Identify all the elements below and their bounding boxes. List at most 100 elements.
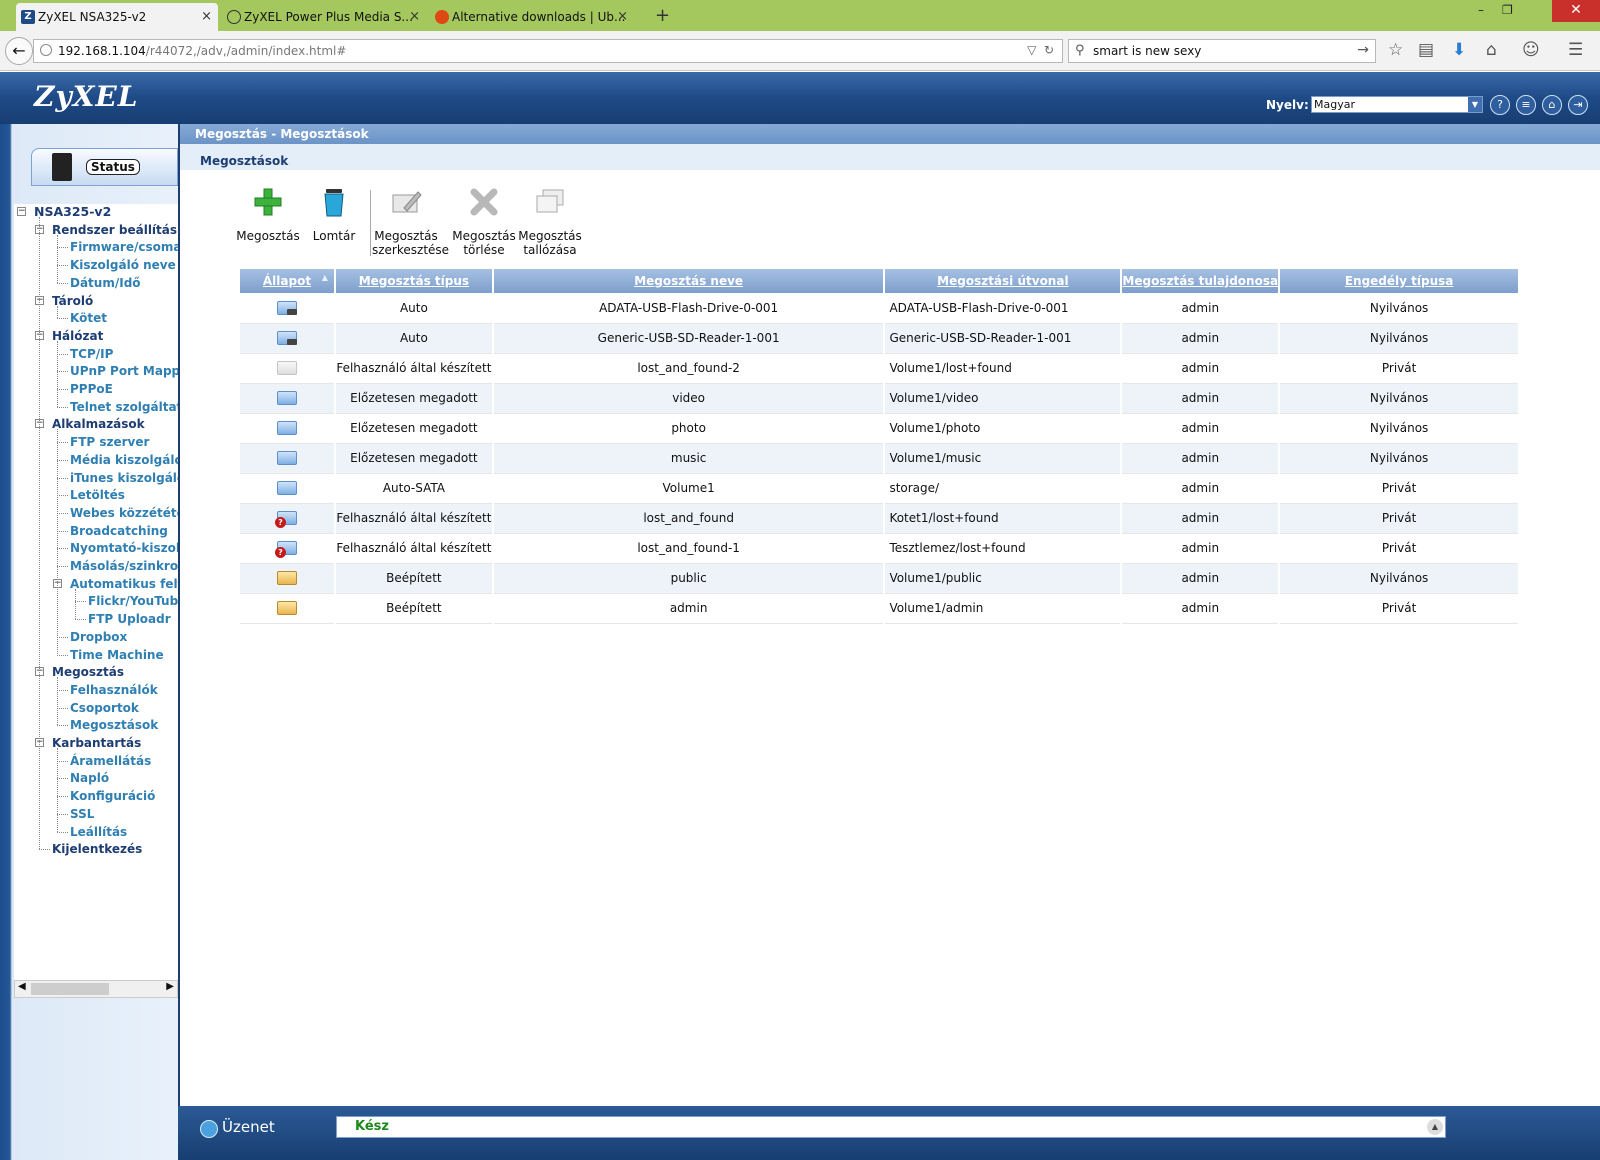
tree-item[interactable]: Csoportok <box>70 699 139 717</box>
table-row[interactable]: Auto-SATA Volume1 storage/admin Privát <box>240 473 1520 504</box>
column-header-permission[interactable]: Engedély típusa <box>1279 269 1520 293</box>
tree-item[interactable]: FTP szerver <box>70 433 149 451</box>
tree-item[interactable]: SSL <box>70 805 94 823</box>
edit-share-button[interactable]: Megosztás szerkesztése <box>372 186 449 257</box>
close-tab-icon[interactable]: × <box>617 9 628 24</box>
table-row[interactable]: Auto ADATA-USB-Flash-Drive-0-001 ADATA-USB… <box>240 293 1520 324</box>
menu-icon[interactable]: ☰ <box>1568 40 1583 60</box>
tree-item[interactable]: Kiszolgáló neve <box>70 256 176 274</box>
tree-item[interactable]: Alkalmazások <box>52 415 145 433</box>
table-row[interactable]: Előzetesen megadott music Volume1/music adm… <box>240 443 1520 474</box>
dropdown-icon[interactable]: ▽ <box>1027 43 1036 57</box>
column-header-share-path[interactable]: Megosztási útvonal <box>884 269 1123 293</box>
tree-item[interactable]: Dátum/Idő <box>70 274 141 292</box>
home-icon[interactable]: ⌂ <box>1542 95 1562 115</box>
download-icon[interactable]: ⬇ <box>1452 40 1466 60</box>
tree-item[interactable]: Karbantartás <box>52 734 141 752</box>
bookmark-star-icon[interactable]: ☆ <box>1388 40 1403 60</box>
table-row[interactable]: Beépített public Volume1/public admin Nyilvá… <box>240 563 1520 594</box>
tree-item[interactable]: Konfiguráció <box>70 787 155 805</box>
tree-item[interactable]: Kötet <box>70 309 107 327</box>
minimize-window-button[interactable]: – <box>1478 3 1484 17</box>
tree-item[interactable]: Time Machine <box>70 646 164 664</box>
tree-item[interactable]: Firmware/csomag <box>70 238 178 256</box>
tree-item[interactable]: Nyomtató-kiszolgáló <box>70 539 178 557</box>
tree-item[interactable]: Tároló <box>52 292 93 310</box>
permission-cell: Nyilvános <box>1279 563 1520 594</box>
tree-item[interactable]: Flickr/YouTube <box>88 592 178 610</box>
table-row[interactable]: Auto Generic-USB-SD-Reader-1-001 Generic-U… <box>240 323 1520 354</box>
tree-item[interactable]: NSA325-v2 <box>34 204 111 221</box>
table-row[interactable]: Felhasználó által készített lost_and_foun… <box>240 353 1520 384</box>
notes-icon[interactable]: ≡ <box>1516 95 1536 115</box>
chat-icon[interactable]: ☺ <box>1522 40 1540 60</box>
tree-item[interactable]: Kijelentkezés <box>52 840 142 858</box>
search-go-icon[interactable]: → <box>1357 42 1369 58</box>
home-icon[interactable]: ⌂ <box>1486 40 1497 60</box>
tree-item[interactable]: Hálózat <box>52 327 103 345</box>
table-row[interactable]: Előzetesen megadott video Volume1/video adm… <box>240 383 1520 414</box>
tree-item[interactable]: Leállítás <box>70 823 127 841</box>
recycle-bin-button[interactable]: Lomtár <box>300 186 368 243</box>
tree-item[interactable]: Letöltés <box>70 486 125 504</box>
tree-item[interactable]: Napló <box>70 769 109 787</box>
tree-item[interactable]: Megosztás <box>52 663 124 681</box>
tree-item[interactable]: UPnP Port Mapping <box>70 362 178 380</box>
delete-share-button[interactable]: Megosztás törlése <box>450 186 518 257</box>
language-select[interactable]: Magyar ▼ <box>1311 96 1483 113</box>
table-row[interactable]: ? Felhasználó által készített lost_and_fou… <box>240 503 1520 534</box>
tree-item[interactable]: Rendszer beállítás <box>52 221 177 239</box>
tree-item[interactable]: Automatikus feltöltés <box>70 575 178 593</box>
tree-item[interactable]: Megosztások <box>70 716 158 734</box>
tree-item[interactable]: FTP Uploadr <box>88 610 171 628</box>
table-row[interactable]: Előzetesen megadott photo Volume1/photo adm… <box>240 413 1520 444</box>
tree-item[interactable]: iTunes kiszolgáló <box>70 469 178 487</box>
column-header-status[interactable]: Állapot ▲ <box>240 269 336 293</box>
tree-item[interactable]: PPPoE <box>70 380 113 398</box>
close-tab-icon[interactable]: × <box>409 9 420 24</box>
tree-collapse-icon[interactable]: − <box>17 207 26 216</box>
reading-list-icon[interactable]: ▤ <box>1418 40 1434 60</box>
edit-share-icon <box>392 191 422 213</box>
column-header-share-type[interactable]: Megosztás típus <box>334 269 494 293</box>
tree-item[interactable]: Másolás/szinkronizálás <box>70 557 178 575</box>
expand-up-icon[interactable]: ▲ <box>1427 1119 1443 1135</box>
restore-window-button[interactable]: ❐ <box>1502 3 1513 17</box>
new-tab-button[interactable]: + <box>655 5 670 26</box>
back-button[interactable]: ← <box>5 37 33 65</box>
scrollbar-thumb[interactable] <box>31 983 109 995</box>
main-content: Megosztás - Megosztások Megosztások Mego… <box>178 124 1600 1106</box>
status-cell <box>240 383 336 414</box>
address-bar[interactable]: 192.168.1.104/r44072,/adv,/admin/index.h… <box>33 39 1063 63</box>
tree-item[interactable]: Média kiszolgáló <box>70 451 178 469</box>
logout-icon[interactable]: ⇥ <box>1568 95 1588 115</box>
tree-item[interactable]: TCP/IP <box>70 345 113 363</box>
tree-horizontal-scrollbar[interactable]: ◀ ▶ <box>14 980 178 998</box>
browse-share-button[interactable]: Megosztás tallózása <box>516 186 584 257</box>
column-header-share-name[interactable]: Megosztás neve <box>492 269 886 293</box>
status-tab[interactable]: Status <box>31 148 178 186</box>
reload-icon[interactable]: ↻ <box>1044 43 1054 57</box>
scroll-left-icon[interactable]: ◀ <box>18 981 26 992</box>
tree-item[interactable]: Áramellátás <box>70 752 151 770</box>
close-tab-icon[interactable]: × <box>201 9 212 24</box>
url-host: 192.168.1.104 <box>58 44 146 58</box>
tree-item[interactable]: Dropbox <box>70 628 127 646</box>
share-type-cell: Auto <box>334 293 494 324</box>
tree-item[interactable]: Felhasználók <box>70 681 158 699</box>
usb-badge-icon <box>286 339 297 345</box>
column-header-share-owner[interactable]: Megosztás tulajdonosa <box>1121 269 1281 293</box>
browser-tab-media-server[interactable]: ZyXEL Power Plus Media S... × <box>222 3 426 31</box>
table-row[interactable]: ? Felhasználó által készített lost_and_fou… <box>240 533 1520 564</box>
search-input[interactable]: ⚲ smart is new sexy → <box>1068 39 1376 63</box>
help-icon[interactable]: ? <box>1490 95 1510 115</box>
scroll-right-icon[interactable]: ▶ <box>166 981 174 992</box>
browser-tab-ubuntu[interactable]: Alternative downloads | Ub... × <box>430 3 634 31</box>
tree-item[interactable]: Telnet szolgáltatás <box>70 398 178 416</box>
add-share-button[interactable]: Megosztás <box>234 186 302 243</box>
table-row[interactable]: Beépített admin Volume1/admin admin Privát <box>240 593 1520 624</box>
tree-item[interactable]: Broadcatching <box>70 522 168 540</box>
browser-tab-zyxel[interactable]: Z ZyXEL NSA325-v2 × <box>16 3 218 31</box>
tree-item[interactable]: Webes közzététel <box>70 504 178 522</box>
close-window-button[interactable]: ✕ <box>1552 0 1600 22</box>
